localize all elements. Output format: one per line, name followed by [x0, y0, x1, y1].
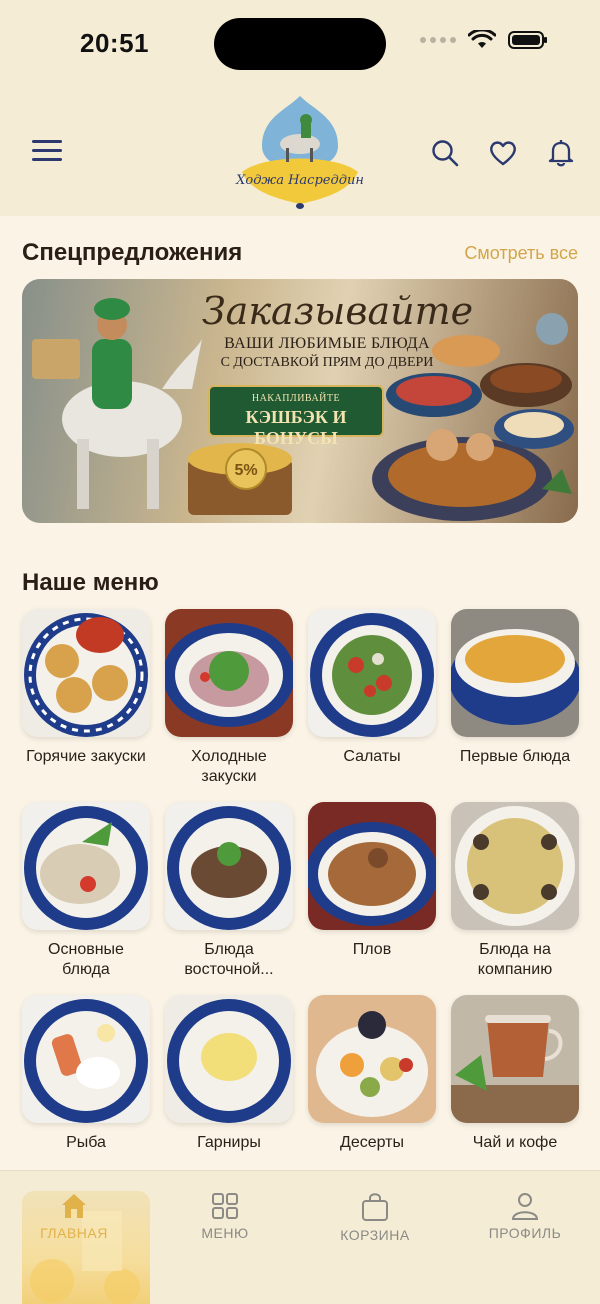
category-label: Первые блюда — [459, 748, 571, 765]
badge-top-text: НАКАПЛИВАЙТЕ — [251, 393, 341, 404]
wifi-icon — [468, 30, 496, 48]
category-plov[interactable]: Плов — [308, 802, 436, 980]
banner-line2: С ДОСТАВКОЙ ПРЯМ ДО ДВЕРИ — [220, 355, 434, 370]
category-image — [308, 609, 436, 737]
category-image — [308, 995, 436, 1123]
battery-icon — [508, 31, 547, 49]
category-image — [165, 802, 293, 930]
category-first-courses[interactable]: Первые блюда — [451, 609, 579, 787]
heart-icon[interactable] — [488, 138, 518, 168]
tab-label: МЕНЮ — [201, 1225, 249, 1241]
menu-title: Наше меню — [22, 569, 159, 596]
bag-icon — [362, 1193, 388, 1221]
see-all-link[interactable]: Смотреть все — [464, 243, 578, 264]
category-label: Горячие закуски — [26, 748, 146, 765]
status-icons — [420, 30, 548, 50]
tab-label: ПРОФИЛЬ — [488, 1225, 562, 1241]
tab-cart[interactable]: КОРЗИНА — [311, 1191, 439, 1304]
category-oriental-dishes[interactable]: Блюда восточной... — [165, 802, 293, 980]
bell-icon[interactable] — [546, 138, 576, 168]
category-cold-appetizers[interactable]: Холодные закуски — [165, 609, 293, 787]
category-label: Десерты — [339, 1134, 404, 1151]
category-image — [451, 802, 579, 930]
user-icon — [511, 1193, 539, 1220]
badge-main-text: КЭШБЭК И БОНУСЫ — [245, 407, 347, 448]
category-hot-appetizers[interactable]: Горячие закуски — [22, 609, 150, 787]
category-image — [165, 995, 293, 1123]
category-image — [22, 995, 150, 1123]
signal-icon — [420, 37, 456, 43]
category-label: Блюда на компанию — [477, 941, 553, 978]
category-label: Гарниры — [197, 1134, 261, 1151]
tab-label: ГЛАВНАЯ — [40, 1225, 108, 1241]
cashback-badge: НАКАПЛИВАЙТЕ КЭШБЭК И БОНУСЫ — [208, 385, 384, 448]
brand-logo[interactable]: Ходжа Насреддин — [234, 94, 366, 210]
category-label: Плов — [352, 941, 392, 958]
category-label: Рыба — [66, 1134, 106, 1151]
tab-home[interactable]: ГЛАВНАЯ — [10, 1191, 138, 1304]
category-fish[interactable]: Рыба — [22, 995, 150, 1173]
category-salads[interactable]: Салаты — [308, 609, 436, 787]
category-image — [22, 609, 150, 737]
banner-headline: Заказывайте — [202, 289, 474, 333]
category-desserts[interactable]: Десерты — [308, 995, 436, 1173]
status-time: 20:51 — [80, 28, 149, 58]
category-image — [308, 802, 436, 930]
promo-banner[interactable]: 5% Заказывайте ВАШИ ЛЮБИМЫЕ БЛЮДА С ДОСТ… — [22, 279, 578, 523]
grid-icon — [212, 1193, 238, 1219]
category-side-dishes[interactable]: Гарниры — [165, 995, 293, 1173]
category-image — [22, 802, 150, 930]
category-image — [165, 609, 293, 737]
category-label: Основные блюда — [48, 941, 124, 978]
category-label: Чай и кофе — [472, 1134, 558, 1151]
category-label: Блюда восточной... — [184, 941, 274, 978]
tab-menu[interactable]: МЕНЮ — [161, 1191, 289, 1304]
category-label: Холодные закуски — [191, 748, 267, 785]
logo-text: Ходжа Насреддин — [235, 173, 364, 188]
tab-label: КОРЗИНА — [340, 1227, 410, 1243]
dynamic-island — [214, 18, 386, 70]
app-header: 20:51 Ходжа Насреддин — [0, 0, 600, 216]
specials-title: Спецпредложения — [22, 239, 243, 266]
category-tea-coffee[interactable]: Чай и кофе — [451, 995, 579, 1173]
category-image — [451, 995, 579, 1123]
search-icon[interactable] — [430, 138, 460, 168]
category-sharing-dishes[interactable]: Блюда на компанию — [451, 802, 579, 980]
category-image — [451, 609, 579, 737]
tab-profile[interactable]: ПРОФИЛЬ — [461, 1191, 589, 1304]
cashback-percent: 5% — [234, 462, 257, 479]
bottom-tab-bar: ГЛАВНАЯ МЕНЮ КОРЗИНА ПРОФИЛЬ — [0, 1170, 600, 1304]
menu-icon[interactable] — [32, 140, 62, 166]
banner-line1: ВАШИ ЛЮБИМЫЕ БЛЮДА — [224, 335, 430, 352]
category-main-courses[interactable]: Основные блюда — [22, 802, 150, 980]
home-icon — [62, 1194, 86, 1218]
category-label: Салаты — [343, 748, 401, 765]
